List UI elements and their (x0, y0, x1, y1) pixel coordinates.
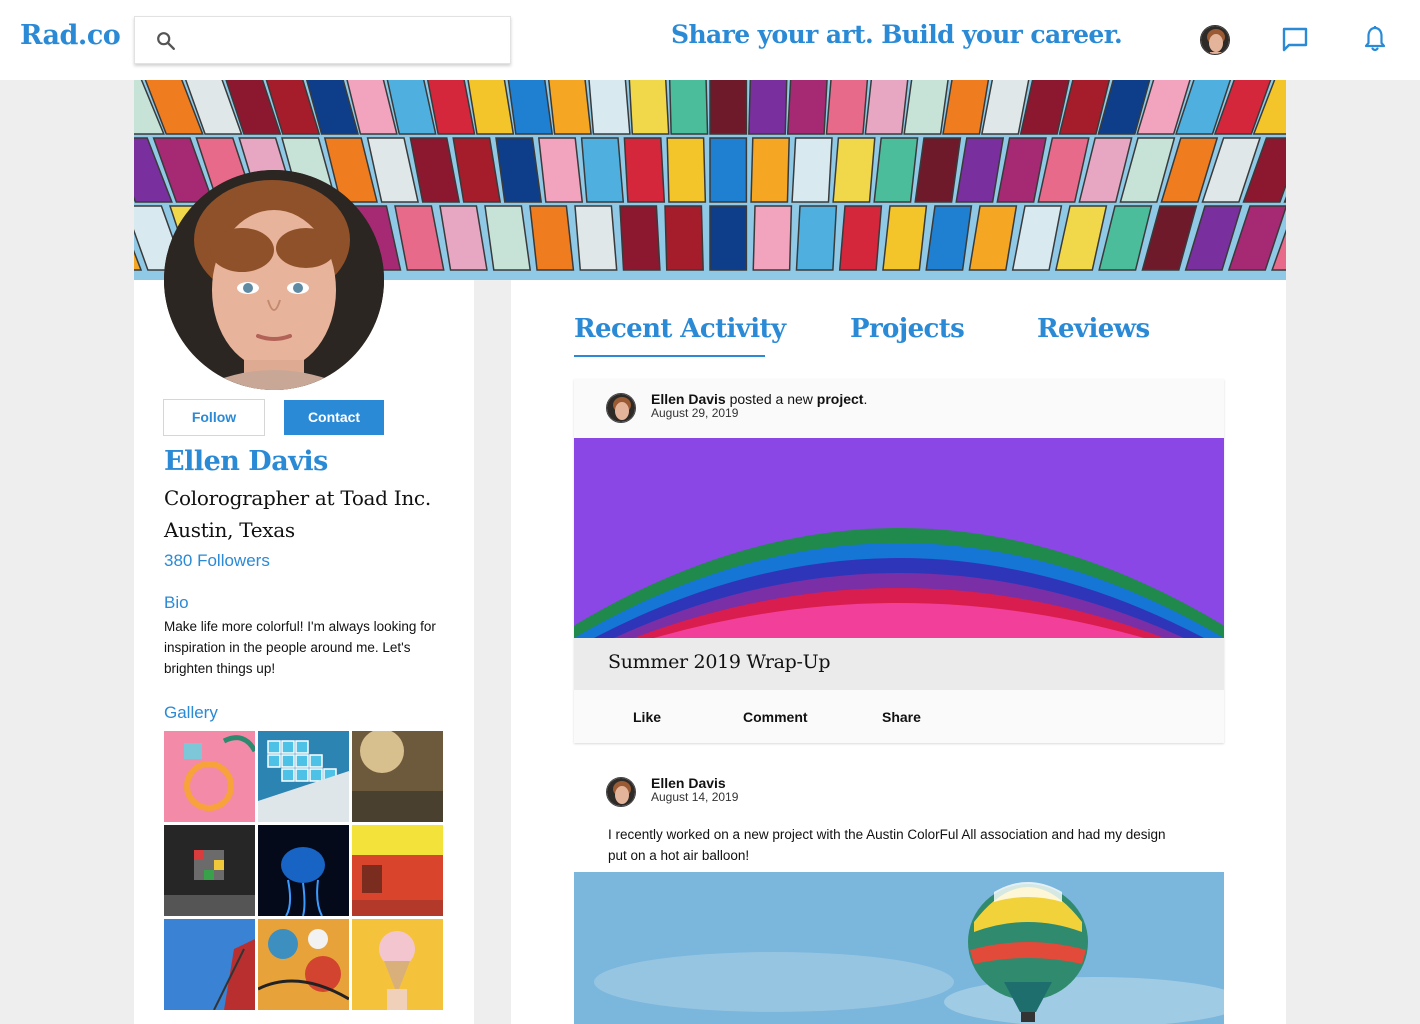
tagline: Share your art. Build your career. (671, 20, 1123, 49)
logo[interactable]: Rad.co (20, 20, 121, 51)
gallery-image[interactable] (164, 825, 255, 916)
post-action-target[interactable]: project (817, 391, 864, 407)
post-author-name[interactable]: Ellen Davis (651, 775, 726, 791)
gallery-image[interactable] (164, 919, 255, 1010)
gallery-image[interactable] (352, 731, 443, 822)
top-bar: Rad.co Share your art. Build your career… (0, 0, 1420, 80)
gallery-heading: Gallery (164, 703, 218, 722)
post-author-name[interactable]: Ellen Davis (651, 391, 726, 407)
bell-icon[interactable] (1363, 25, 1387, 53)
tab-recent-activity[interactable]: Recent Activity (574, 314, 786, 344)
user-avatar[interactable] (1200, 25, 1230, 55)
comment-button[interactable]: Comment (743, 709, 808, 725)
post-date: August 14, 2019 (651, 790, 739, 804)
like-button[interactable]: Like (633, 709, 661, 725)
gallery-image[interactable] (258, 825, 349, 916)
message-icon[interactable] (1281, 26, 1309, 54)
post-header-line: Ellen Davis (651, 775, 726, 791)
search-box[interactable] (134, 16, 511, 64)
post-action-end: . (863, 391, 868, 407)
share-button[interactable]: Share (882, 709, 921, 725)
project-cover-image[interactable] (574, 438, 1224, 638)
search-icon (157, 32, 175, 50)
project-title[interactable]: Summer 2019 Wrap-Up (608, 651, 831, 673)
tab-projects[interactable]: Projects (850, 314, 965, 344)
profile-photo (164, 170, 384, 390)
post-author-avatar[interactable] (606, 777, 636, 807)
post-author-avatar[interactable] (606, 393, 636, 423)
post-header-line: Ellen Davis posted a new project. (651, 391, 867, 407)
profile-location: Austin, Texas (164, 518, 295, 542)
bio-text: Make life more colorful! I'm always look… (164, 619, 436, 676)
gallery-image[interactable] (258, 731, 349, 822)
gallery-image[interactable] (164, 731, 255, 822)
post-text: I recently worked on a new project with … (608, 827, 1166, 863)
gallery-image[interactable] (258, 919, 349, 1010)
followers-count[interactable]: 380 Followers (164, 551, 270, 571)
contact-button[interactable]: Contact (284, 400, 384, 435)
profile-name: Ellen Davis (164, 446, 328, 477)
gallery-image[interactable] (352, 919, 443, 1010)
post-image[interactable] (574, 872, 1224, 1024)
search-input[interactable] (191, 25, 491, 55)
gallery-image[interactable] (352, 825, 443, 916)
post-action-text: posted a new (725, 391, 817, 407)
bio-heading: Bio (164, 593, 189, 612)
profile-job-title: Colorographer at Toad Inc. (164, 486, 431, 510)
tab-reviews[interactable]: Reviews (1037, 314, 1150, 344)
post-date: August 29, 2019 (651, 406, 739, 420)
follow-button[interactable]: Follow (163, 399, 265, 436)
gallery-grid (164, 731, 444, 1013)
active-tab-indicator (574, 355, 765, 357)
